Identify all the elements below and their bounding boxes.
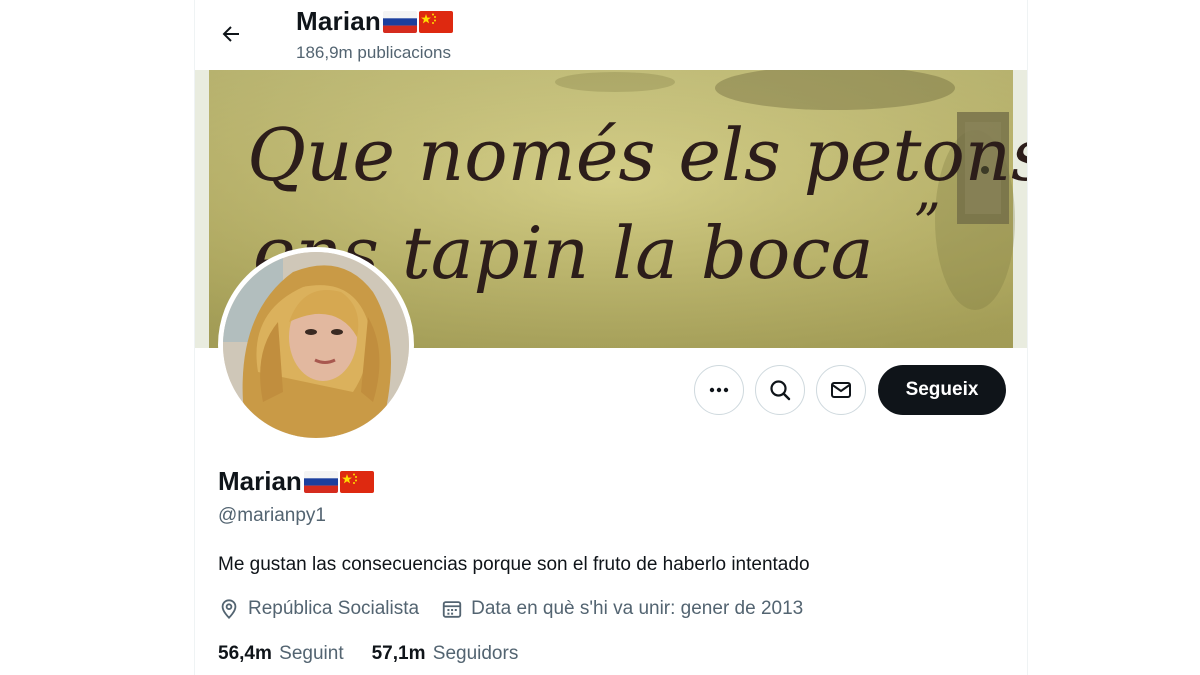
more-button[interactable] [694, 365, 744, 415]
following-link[interactable]: 56,4m Seguint [218, 643, 344, 665]
profile-name: Marian [218, 466, 302, 496]
message-button[interactable] [816, 365, 866, 415]
location-text: República Socialista [248, 598, 420, 619]
profile-stats: 56,4m Seguint 57,1m Seguidors [218, 643, 546, 665]
following-count: 56,4m [218, 643, 272, 664]
following-label: Seguint [279, 643, 344, 664]
banner-quote-mark: ” [913, 192, 941, 255]
follow-button[interactable]: Segueix [878, 365, 1006, 415]
search-icon [770, 380, 791, 401]
profile-handle: @marianpy1 [218, 505, 326, 526]
profile-name-row: Marian [218, 466, 376, 497]
avatar-photo [223, 252, 409, 438]
profile-meta: República Socialista Data en què s'hi va… [218, 598, 825, 620]
russia-flag-icon [383, 10, 418, 33]
profile-flags [303, 470, 376, 493]
followers-count: 57,1m [371, 643, 426, 664]
envelope-icon [831, 382, 851, 398]
followers-label: Seguidors [432, 643, 519, 664]
profile-header-bar: Marian 186,9m publicacions [195, 0, 1027, 70]
banner-text-line1: Que només els petons [247, 113, 1027, 197]
post-count: 186,9m publicacions [296, 43, 451, 62]
location-item: República Socialista [218, 598, 419, 620]
china-flag-icon [339, 470, 374, 493]
location-pin-icon [221, 599, 237, 619]
search-profile-button[interactable] [755, 365, 805, 415]
avatar[interactable] [218, 247, 414, 443]
more-dots-icon [709, 387, 729, 393]
joined-item: Data en què s'hi va unir: gener de 2013 [441, 598, 803, 620]
china-flag-icon [419, 10, 454, 33]
joined-text: Data en què s'hi va unir: gener de 2013 [471, 598, 804, 619]
header-name-row: Marian [296, 6, 455, 37]
russia-flag-icon [303, 470, 338, 493]
header-name: Marian [296, 6, 382, 36]
header-flags [383, 10, 455, 33]
profile-column: Marian 186,9m publicacions Que només els… [194, 0, 1028, 675]
back-button[interactable] [213, 16, 249, 52]
profile-bio: Me gustan las consecuencias porque son e… [218, 554, 810, 575]
calendar-icon [442, 601, 462, 618]
followers-link[interactable]: 57,1m Seguidors [372, 643, 519, 665]
arrow-left-icon [222, 26, 239, 42]
